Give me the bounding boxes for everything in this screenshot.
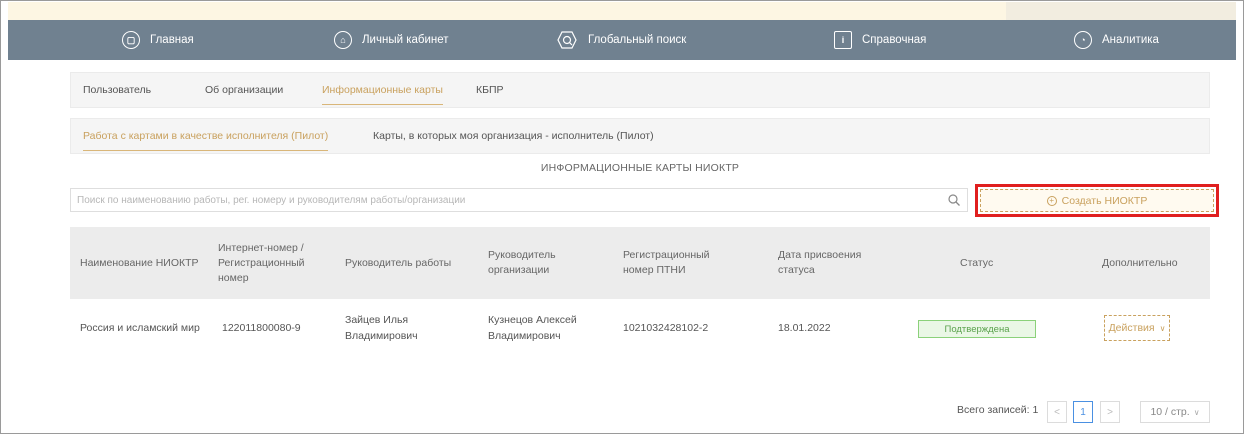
- nav-item-analytics[interactable]: ◔ Аналитика: [1074, 20, 1159, 60]
- column-header-ptni[interactable]: Регистрационный номер ПТНИ: [623, 227, 733, 299]
- main-tabs: Пользователь Об организации Информационн…: [70, 72, 1210, 108]
- nav-item-label: Личный кабинет: [362, 34, 449, 46]
- tab-kbpr[interactable]: КБПР: [476, 73, 504, 107]
- nav-item-label: Главная: [150, 34, 194, 46]
- page-button-current[interactable]: 1: [1073, 401, 1093, 423]
- column-header-number[interactable]: Интернет-номер / Регистрационный номер: [218, 227, 328, 299]
- column-header-date[interactable]: Дата присвоения статуса: [778, 227, 888, 299]
- tab-info-cards[interactable]: Информационные карты: [322, 73, 443, 107]
- table-row: Россия и исламский мир 122011800080-9 За…: [70, 299, 1210, 357]
- page-frame: [0, 0, 1244, 434]
- chevron-left-icon: <: [1054, 406, 1060, 418]
- table-header: Наименование НИОКТР Интернет-номер / Рег…: [70, 227, 1210, 299]
- nav-item-label: Глобальный поиск: [588, 34, 687, 46]
- total-records: Всего записей: 1: [957, 404, 1039, 416]
- tab-org-executor-cards[interactable]: Карты, в которых моя организация - испол…: [373, 119, 654, 153]
- nav-item-global-search[interactable]: Глобальный поиск: [556, 20, 686, 60]
- column-header-name[interactable]: Наименование НИОКТР: [80, 227, 200, 299]
- next-page-button[interactable]: >: [1100, 401, 1120, 423]
- page-size-select[interactable]: 10 / стр. ∨: [1140, 401, 1210, 423]
- main-navbar: ▢ Главная ⌂ Личный кабинет Глобальный по…: [8, 20, 1236, 60]
- nav-item-cabinet[interactable]: ⌂ Личный кабинет: [334, 20, 449, 60]
- column-header-status[interactable]: Статус: [960, 227, 1020, 299]
- info-icon: i: [834, 31, 852, 49]
- nav-item-home[interactable]: ▢ Главная: [122, 20, 194, 60]
- chevron-down-icon: ∨: [1193, 407, 1200, 417]
- actions-label: Действия: [1108, 322, 1155, 334]
- actions-dropdown-button[interactable]: Действия ∨: [1104, 315, 1170, 341]
- column-header-extra: Дополнительно: [1102, 256, 1178, 269]
- create-niokr-button[interactable]: + Создать НИОКТР: [980, 189, 1214, 212]
- tab-user[interactable]: Пользователь: [83, 73, 151, 107]
- analytics-icon: ◔: [1074, 31, 1092, 49]
- global-search-icon: [556, 30, 578, 50]
- prev-page-button[interactable]: <: [1047, 401, 1067, 423]
- status-badge: Подтверждена: [918, 320, 1036, 338]
- page-size-label: 10 / стр.: [1150, 406, 1190, 418]
- cell-date: 18.01.2022: [778, 322, 831, 334]
- search-icon[interactable]: [947, 193, 961, 207]
- search-box: [70, 188, 968, 212]
- nav-item-label: Аналитика: [1102, 34, 1159, 46]
- cell-name[interactable]: Россия и исламский мир: [80, 299, 200, 357]
- tab-executor-work[interactable]: Работа с картами в качестве исполнителя …: [83, 119, 329, 153]
- plus-circle-icon: +: [1046, 195, 1057, 206]
- chevron-down-icon: ∨: [1159, 323, 1166, 333]
- home-icon: ▢: [122, 31, 140, 49]
- section-title: ИНФОРМАЦИОННЫЕ КАРТЫ НИОКТР: [540, 162, 740, 174]
- top-strip: [8, 2, 1236, 20]
- create-button-label: Создать НИОКТР: [1061, 194, 1148, 207]
- column-header-org-head[interactable]: Руководитель организации: [488, 227, 588, 299]
- nav-item-label: Справочная: [862, 34, 927, 46]
- cell-number: 122011800080-9: [222, 322, 301, 334]
- search-input[interactable]: [71, 189, 931, 211]
- chevron-right-icon: >: [1107, 406, 1113, 418]
- nav-item-reference[interactable]: i Справочная: [834, 20, 926, 60]
- tab-organization[interactable]: Об организации: [205, 73, 283, 107]
- cell-org-head: Кузнецов Алексей Владимирович: [488, 314, 577, 342]
- sub-tabs: Работа с картами в качестве исполнителя …: [70, 118, 1210, 154]
- column-header-work-head[interactable]: Руководитель работы: [345, 227, 475, 299]
- user-icon: ⌂: [334, 31, 352, 49]
- cell-work-head: Зайцев Илья Владимирович: [345, 314, 418, 342]
- cell-ptni: 1021032428102-2: [623, 322, 709, 334]
